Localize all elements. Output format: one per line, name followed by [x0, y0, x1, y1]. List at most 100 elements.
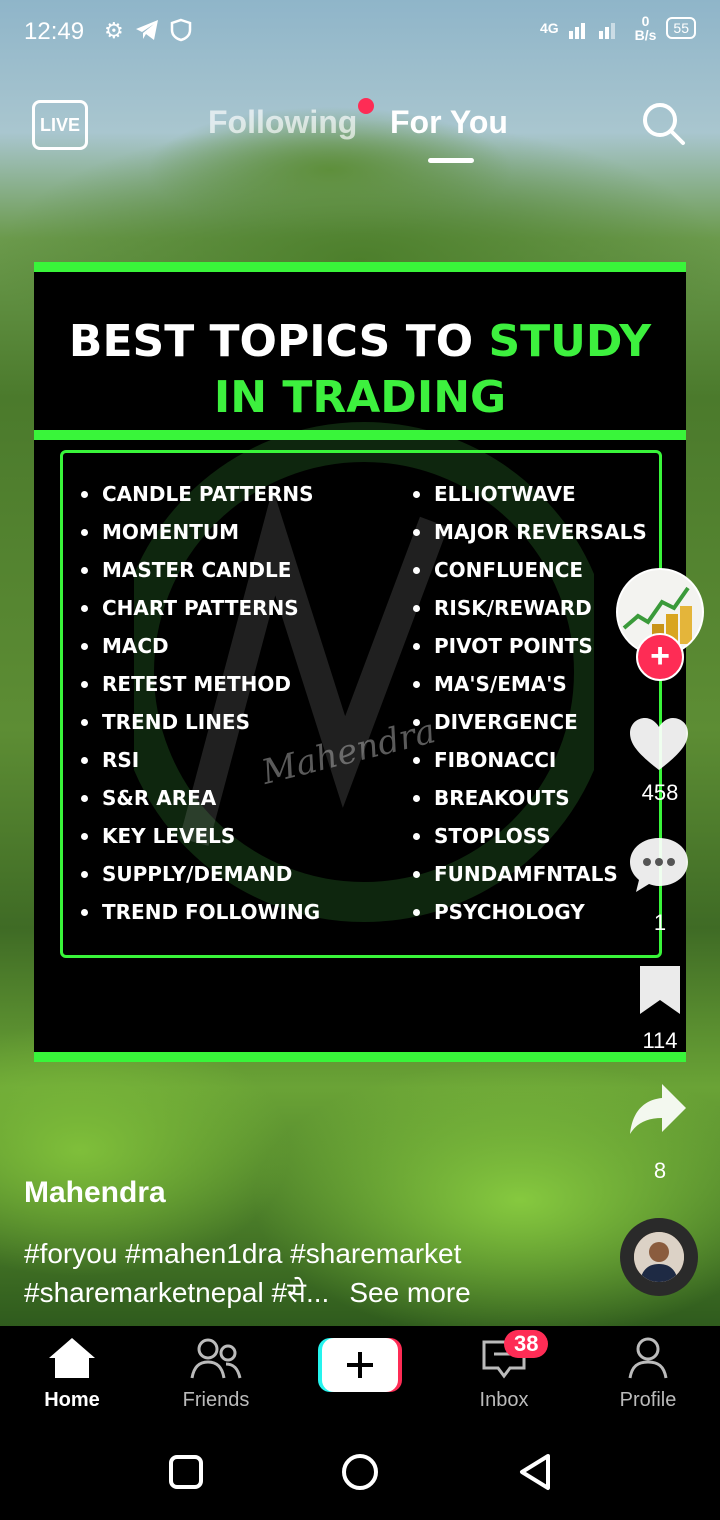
list-item: DIVERGENCE: [413, 703, 647, 741]
list-item: ELLIOTWAVE: [413, 475, 647, 513]
bullet-icon: [413, 756, 420, 764]
music-avatar: [634, 1232, 684, 1282]
list-item: KEY LEVELS: [81, 817, 320, 855]
caption-line-2: #sharemarketnepal #से...: [24, 1277, 330, 1308]
bullet-icon: [413, 870, 420, 878]
bullet-icon: [413, 566, 420, 574]
create-button[interactable]: [318, 1338, 402, 1392]
nav-home-label: Home: [44, 1389, 100, 1411]
status-time: 12:49: [24, 18, 85, 45]
post-image[interactable]: BEST TOPICS TO STUDY IN TRADING CANDLE P…: [34, 262, 686, 1062]
list-item: CHART PATTERNS: [81, 589, 320, 627]
signal-icon: [568, 23, 615, 39]
see-more-link[interactable]: See more: [349, 1277, 470, 1308]
comment-icon[interactable]: [628, 836, 690, 894]
live-button[interactable]: LIVE: [32, 100, 88, 150]
author-name[interactable]: Mahendra: [24, 1176, 166, 1210]
status-icons: ⚙: [104, 18, 192, 44]
list-item: MAJOR REVERSALS: [413, 513, 647, 551]
topic-label: PSYCHOLOGY: [434, 900, 585, 924]
list-item: CONFLUENCE: [413, 551, 647, 589]
topic-label: FUNDAMFNTALS: [434, 862, 618, 886]
new-content-dot: [358, 98, 374, 114]
bullet-icon: [81, 870, 88, 878]
nav-profile[interactable]: Profile: [588, 1336, 708, 1412]
back-icon[interactable]: [516, 1452, 556, 1492]
bullet-icon: [81, 528, 88, 536]
nav-inbox-label: Inbox: [479, 1389, 529, 1411]
bullet-icon: [81, 490, 88, 498]
active-tab-indicator: [428, 158, 474, 163]
topic-label: TREND LINES: [102, 710, 250, 734]
topic-label: RSI: [102, 748, 140, 772]
topic-label: TREND FOLLOWING: [102, 900, 321, 924]
topic-label: PIVOT POINTS: [434, 634, 593, 658]
search-icon[interactable]: [640, 100, 686, 146]
profile-icon: [628, 1337, 668, 1379]
list-item: MA'S/EMA'S: [413, 665, 647, 703]
middle-green-bar: [34, 430, 686, 440]
topic-label: RETEST METHOD: [102, 672, 291, 696]
home-icon: [49, 1338, 95, 1378]
list-item: TREND FOLLOWING: [81, 893, 320, 931]
topic-label: CHART PATTERNS: [102, 596, 299, 620]
list-item: SUPPLY/DEMAND: [81, 855, 320, 893]
bookmark-icon[interactable]: [636, 964, 684, 1016]
bullet-icon: [81, 832, 88, 840]
gear-icon: ⚙: [104, 18, 124, 43]
bullet-icon: [81, 718, 88, 726]
bullet-icon: [413, 794, 420, 802]
topics-box: CANDLE PATTERNS MOMENTUM MASTER CANDLE C…: [60, 450, 662, 958]
person-photo-icon: [634, 1232, 684, 1282]
topic-label: ELLIOTWAVE: [434, 482, 576, 506]
recents-icon[interactable]: [168, 1454, 204, 1490]
tab-for-you[interactable]: For You: [390, 104, 508, 141]
home-circle-icon[interactable]: [340, 1452, 380, 1492]
music-disc[interactable]: [620, 1218, 698, 1296]
list-item: RETEST METHOD: [81, 665, 320, 703]
heart-icon[interactable]: [628, 716, 690, 772]
list-item: MASTER CANDLE: [81, 551, 320, 589]
tab-following[interactable]: Following: [208, 104, 357, 141]
nav-profile-label: Profile: [619, 1389, 677, 1411]
topic-label: MASTER CANDLE: [102, 558, 292, 582]
bottom-green-bar: [34, 1052, 686, 1062]
data-speed-unit: B/s: [634, 27, 657, 43]
list-item: FIBONACCI: [413, 741, 647, 779]
share-icon[interactable]: [628, 1082, 688, 1136]
bullet-icon: [413, 528, 420, 536]
nav-friends-label: Friends: [182, 1389, 250, 1411]
list-item: BREAKOUTS: [413, 779, 647, 817]
nav-home[interactable]: Home: [12, 1336, 132, 1412]
list-item: STOPLOSS: [413, 817, 647, 855]
follow-button[interactable]: +: [636, 633, 684, 681]
live-label: LIVE: [39, 114, 80, 135]
topic-label: STOPLOSS: [434, 824, 551, 848]
list-item: TREND LINES: [81, 703, 320, 741]
topic-label: MAJOR REVERSALS: [434, 520, 647, 544]
top-green-bar: [34, 262, 686, 272]
topic-label: MA'S/EMA'S: [434, 672, 567, 696]
bullet-icon: [413, 642, 420, 650]
topic-label: MACD: [102, 634, 169, 658]
bullet-icon: [413, 908, 420, 916]
post-title: BEST TOPICS TO STUDY IN TRADING: [34, 314, 686, 426]
topic-label: CANDLE PATTERNS: [102, 482, 314, 506]
caption-text: #foryou #mahen1dra #sharemarket #sharema…: [24, 1234, 584, 1312]
topic-label: DIVERGENCE: [434, 710, 578, 734]
bullet-icon: [81, 756, 88, 764]
data-speed: 0 B/s: [635, 14, 657, 42]
network-label: 4G: [539, 20, 559, 36]
topic-label: SUPPLY/DEMAND: [102, 862, 293, 886]
status-bar: 12:49 ⚙ 4G 0 B/s 55: [0, 0, 720, 66]
topic-label: BREAKOUTS: [434, 786, 570, 810]
bullet-icon: [413, 680, 420, 688]
topic-label: CONFLUENCE: [434, 558, 584, 582]
data-speed-value: 0: [641, 13, 650, 29]
caption-line-1: #foryou #mahen1dra #sharemarket: [24, 1238, 462, 1269]
topic-label: MOMENTUM: [102, 520, 239, 544]
list-item: PSYCHOLOGY: [413, 893, 647, 931]
topic-label: KEY LEVELS: [102, 824, 236, 848]
nav-friends[interactable]: Friends: [156, 1336, 276, 1412]
status-right: 4G 0 B/s 55: [540, 14, 696, 42]
